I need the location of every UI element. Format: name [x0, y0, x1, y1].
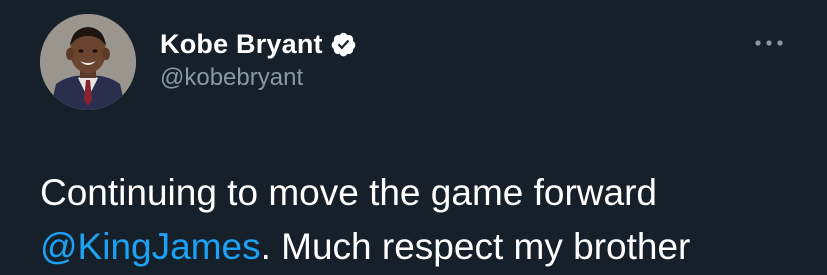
user-avatar[interactable] [40, 14, 136, 110]
avatar-photo-icon [40, 14, 136, 110]
tweet-body: Continuing to move the game forward @Kin… [40, 166, 820, 274]
verified-badge-icon [330, 31, 357, 58]
tweet-text-line-2-rest: . Much respect my brother [260, 226, 691, 267]
mention-link[interactable]: @KingJames [40, 226, 261, 267]
tweet-text-line-1: Continuing to move the game forward [40, 172, 658, 213]
tweet-text-line-2: @KingJames. Much respect my brother [40, 220, 820, 274]
author-display-name[interactable]: Kobe Bryant [160, 29, 323, 60]
author-handle[interactable]: @kobebryant [160, 64, 303, 92]
author-name-row: Kobe Bryant [160, 26, 357, 62]
tweet-card: Kobe Bryant @kobebryant Continuing to mo… [0, 0, 827, 275]
more-options-icon[interactable] [752, 32, 786, 54]
